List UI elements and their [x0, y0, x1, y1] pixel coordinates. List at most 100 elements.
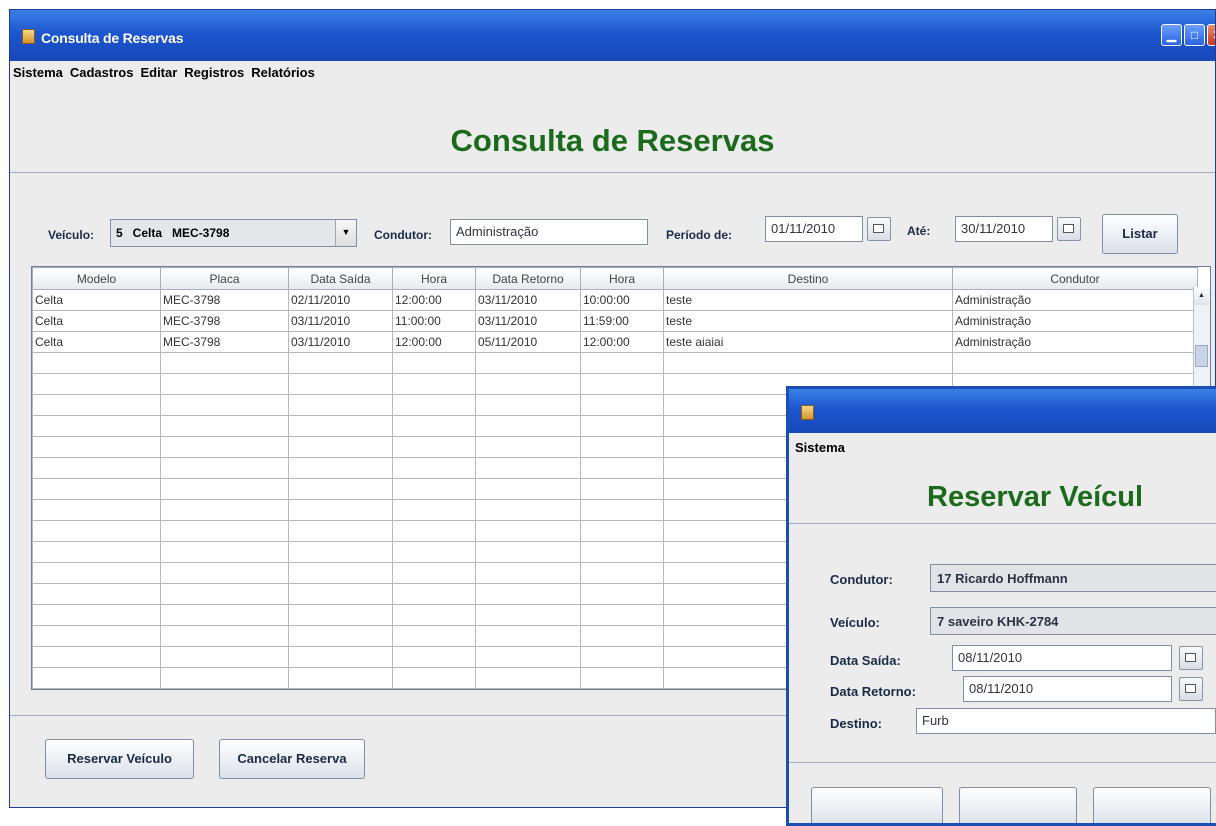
empty-cell [160, 625, 289, 647]
menu-sistema[interactable]: Sistema [10, 61, 67, 80]
empty-cell [32, 646, 161, 668]
empty-cell [392, 478, 476, 500]
column-header[interactable]: Data Saída [288, 267, 393, 290]
empty-cell [160, 478, 289, 500]
empty-cell [160, 541, 289, 563]
periodo-label: Período de: [666, 228, 733, 242]
column-header[interactable]: Data Retorno [475, 267, 581, 290]
column-header[interactable]: Hora [580, 267, 664, 290]
menu-relatorios[interactable]: Relatórios [248, 61, 319, 80]
empty-cell [475, 478, 581, 500]
empty-cell [475, 436, 581, 458]
close-icon[interactable]: ✕ [1207, 24, 1215, 46]
empty-cell [288, 415, 393, 437]
dialog-button[interactable] [1093, 787, 1211, 823]
empty-cell [475, 457, 581, 479]
empty-cell [392, 541, 476, 563]
menu-cadastros[interactable]: Cadastros [67, 61, 138, 80]
cell: MEC-3798 [160, 289, 289, 311]
dialog-button[interactable] [811, 787, 943, 823]
dialog-button[interactable] [959, 787, 1077, 823]
menu-editar[interactable]: Editar [137, 61, 181, 80]
reservar-veiculo-button[interactable]: Reservar Veículo [45, 739, 194, 779]
empty-cell [32, 373, 161, 395]
menu-sistema[interactable]: Sistema [795, 440, 845, 455]
empty-cell [475, 415, 581, 437]
empty-cell [32, 541, 161, 563]
listar-button[interactable]: Listar [1102, 214, 1178, 254]
column-header[interactable]: Placa [160, 267, 289, 290]
empty-cell [475, 499, 581, 521]
empty-cell [580, 604, 664, 626]
empty-cell [32, 583, 161, 605]
empty-cell [32, 457, 161, 479]
page-heading: Reservar Veícul [927, 481, 1144, 513]
veiculo-field[interactable]: 7 saveiro KHK-2784 [930, 607, 1216, 635]
empty-cell [160, 457, 289, 479]
empty-cell [580, 415, 664, 437]
table-row[interactable]: Celta MEC-3798 02/11/2010 12:00:00 03/11/201… [32, 289, 1198, 311]
empty-cell [475, 562, 581, 584]
empty-cell [32, 562, 161, 584]
empty-cell [288, 667, 393, 689]
data-saida-field[interactable]: 08/11/2010 [952, 645, 1172, 671]
empty-cell [32, 625, 161, 647]
empty-cell [580, 457, 664, 479]
cancelar-reserva-button[interactable]: Cancelar Reserva [219, 739, 365, 779]
data-retorno-field[interactable]: 08/11/2010 [963, 676, 1172, 702]
calendar-icon[interactable] [867, 217, 891, 241]
cell: 12:00:00 [580, 331, 664, 353]
empty-cell [392, 457, 476, 479]
empty-cell [32, 499, 161, 521]
empty-cell [392, 646, 476, 668]
column-header[interactable]: Condutor [952, 267, 1198, 290]
column-header[interactable]: Modelo [32, 267, 161, 290]
minimize-icon[interactable]: ▁ [1161, 24, 1182, 46]
column-header[interactable]: Hora [392, 267, 476, 290]
periodo-to-field[interactable]: 30/11/2010 [955, 216, 1053, 242]
cell: Celta [32, 310, 161, 332]
empty-cell [475, 583, 581, 605]
data-saida-label: Data Saída: [830, 653, 901, 668]
table-row[interactable]: Celta MEC-3798 03/11/2010 11:00:00 03/11/201… [32, 310, 1198, 332]
column-header[interactable]: Destino [663, 267, 953, 290]
scroll-thumb[interactable] [1195, 345, 1208, 367]
empty-cell [392, 415, 476, 437]
empty-cell [580, 562, 664, 584]
empty-cell [392, 520, 476, 542]
empty-cell [580, 646, 664, 668]
scroll-up-icon[interactable]: ▲ [1194, 287, 1209, 305]
veiculo-combobox[interactable]: 5 Celta MEC-3798 ▼ [110, 219, 357, 247]
empty-cell [580, 667, 664, 689]
empty-cell [392, 394, 476, 416]
table-row[interactable]: Celta MEC-3798 03/11/2010 12:00:00 05/11/201… [32, 331, 1198, 353]
empty-cell [160, 520, 289, 542]
cell: teste [663, 289, 953, 311]
empty-cell [392, 562, 476, 584]
empty-cell [160, 394, 289, 416]
condutor-field[interactable]: Administração [450, 219, 648, 245]
chevron-down-icon[interactable]: ▼ [335, 220, 356, 246]
cell: 03/11/2010 [475, 310, 581, 332]
title-bar[interactable] [789, 389, 1216, 433]
empty-cell [475, 646, 581, 668]
empty-cell [288, 541, 393, 563]
calendar-icon[interactable] [1179, 646, 1203, 670]
empty-cell [160, 415, 289, 437]
title-bar[interactable]: Consulta de Reservas ▁ □ ✕ [10, 10, 1215, 61]
calendar-icon[interactable] [1179, 677, 1203, 701]
menu-registros[interactable]: Registros [181, 61, 248, 80]
empty-cell [160, 499, 289, 521]
empty-cell [952, 352, 1198, 374]
empty-cell [160, 562, 289, 584]
empty-cell [288, 373, 393, 395]
empty-cell [288, 436, 393, 458]
cell: MEC-3798 [160, 310, 289, 332]
condutor-field[interactable]: 17 Ricardo Hoffmann [930, 564, 1216, 592]
destino-field[interactable]: Furb [916, 708, 1216, 734]
calendar-icon[interactable] [1057, 217, 1081, 241]
destino-label: Destino: [830, 716, 882, 731]
empty-cell [160, 667, 289, 689]
periodo-from-field[interactable]: 01/11/2010 [765, 216, 863, 242]
maximize-icon[interactable]: □ [1184, 24, 1205, 46]
